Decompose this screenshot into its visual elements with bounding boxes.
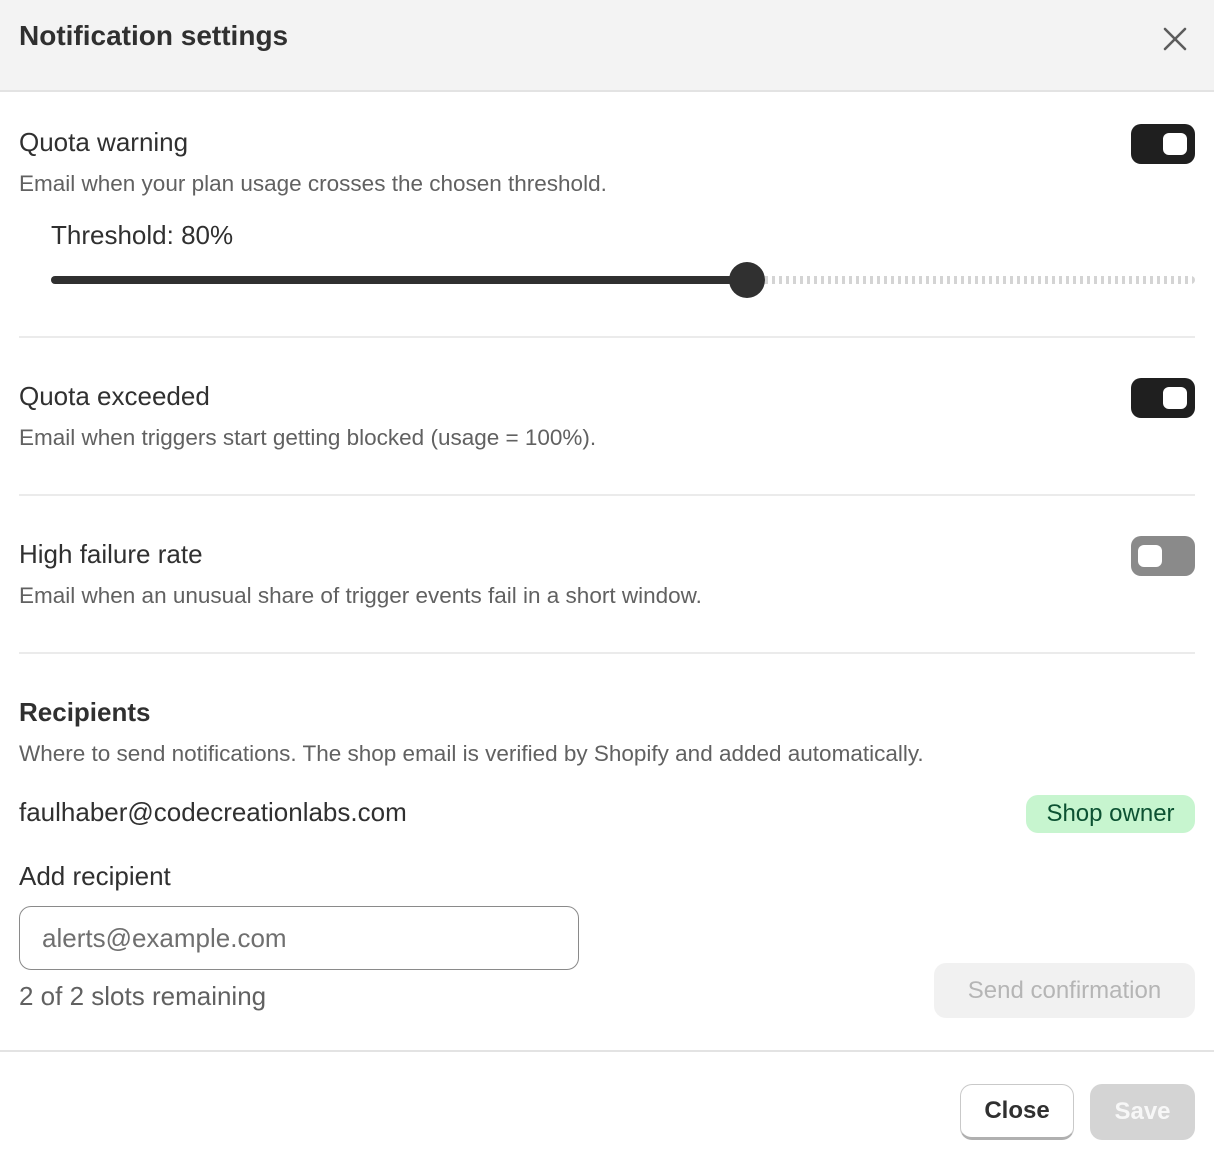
quota-warning-description: Email when your plan usage crosses the c… (19, 171, 607, 196)
quota-warning-title: Quota warning (19, 127, 189, 157)
slider-fill (51, 276, 747, 284)
shop-owner-badge: Shop owner (1026, 795, 1195, 833)
quota-exceeded-title: Quota exceeded (19, 381, 210, 411)
recipients-description: Where to send notifications. The shop em… (19, 741, 924, 766)
section-divider (19, 494, 1195, 496)
section-divider (19, 652, 1195, 654)
high-failure-rate-toggle[interactable] (1131, 536, 1195, 576)
threshold-label: Threshold: 80% (51, 220, 234, 250)
dialog-header: Notification settings (0, 0, 1214, 92)
section-divider (19, 336, 1195, 338)
high-failure-rate-title: High failure rate (19, 539, 203, 569)
recipient-email: faulhaber@codecreationlabs.com (19, 797, 407, 827)
toggle-knob (1138, 545, 1162, 567)
add-recipient-label: Add recipient (19, 861, 171, 891)
threshold-slider[interactable] (51, 262, 1195, 298)
recipient-email-input[interactable] (19, 906, 579, 970)
toggle-knob (1163, 387, 1187, 409)
footer-divider (0, 1050, 1214, 1052)
toggle-knob (1163, 133, 1187, 155)
quota-exceeded-toggle[interactable] (1131, 378, 1195, 418)
quota-exceeded-description: Email when triggers start getting blocke… (19, 425, 597, 450)
save-button[interactable]: Save (1090, 1084, 1195, 1140)
close-button[interactable]: Close (960, 1084, 1074, 1140)
slots-remaining: 2 of 2 slots remaining (19, 981, 267, 1011)
slider-thumb[interactable] (729, 262, 765, 298)
recipients-title: Recipients (19, 697, 151, 727)
quota-warning-toggle[interactable] (1131, 124, 1195, 164)
send-confirmation-button[interactable]: Send confirmation (934, 963, 1195, 1018)
dialog-title: Notification settings (19, 20, 289, 51)
high-failure-rate-description: Email when an unusual share of trigger e… (19, 583, 702, 608)
close-icon[interactable] (1158, 22, 1192, 56)
